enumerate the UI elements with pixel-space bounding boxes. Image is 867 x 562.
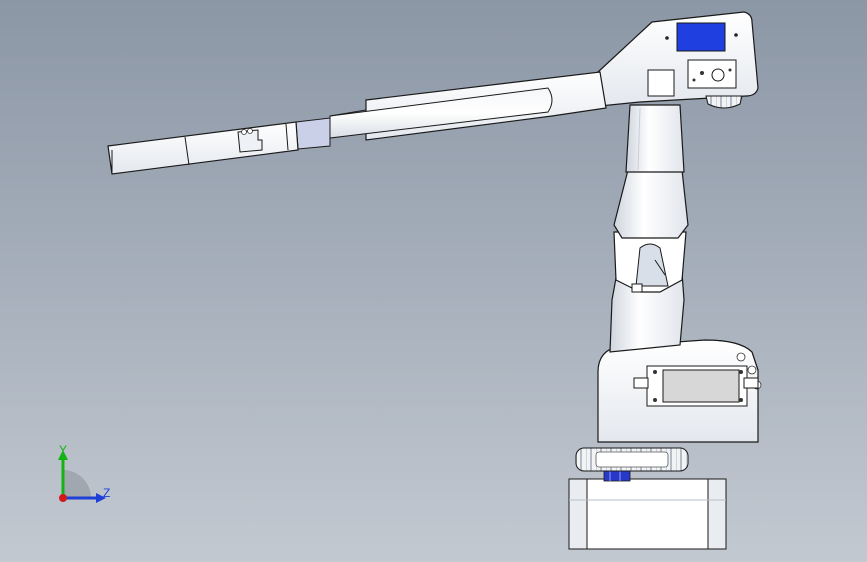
horizontal-arm[interactable]	[107, 71, 607, 175]
forearm-column[interactable]	[613, 104, 689, 239]
y-axis-label: Y	[59, 443, 68, 457]
elbow-gear	[705, 95, 743, 109]
servo-motor	[633, 365, 759, 407]
lower-arm-link[interactable]	[609, 231, 687, 353]
base-screws	[603, 469, 631, 482]
base-block[interactable]	[568, 478, 727, 550]
robot-arm-model[interactable]	[0, 0, 867, 562]
cad-viewport[interactable]: Y Z	[0, 0, 867, 562]
axis-triad-icon	[58, 450, 106, 503]
base-gear	[575, 447, 689, 472]
orientation-triad: Y Z	[40, 440, 130, 510]
elbow-servo	[687, 59, 737, 89]
z-axis-label: Z	[103, 486, 111, 500]
